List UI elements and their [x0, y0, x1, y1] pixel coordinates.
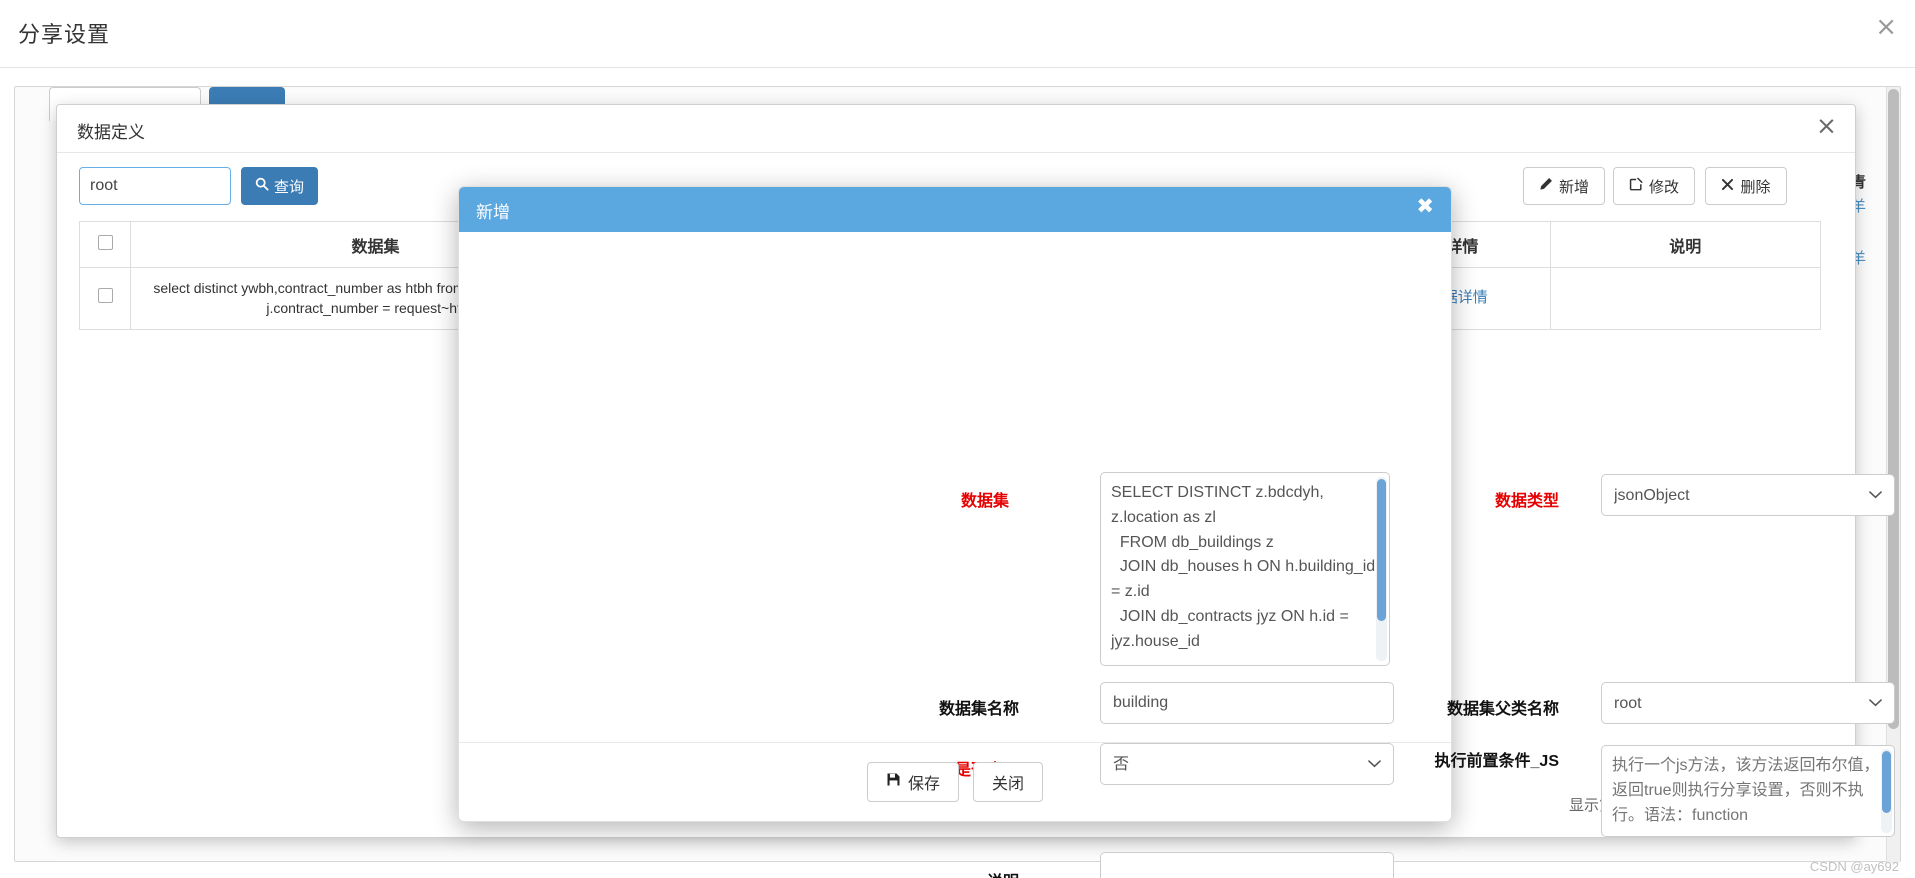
background-scrollbar-thumb[interactable]	[1888, 89, 1899, 729]
page-root: 分享设置 × 羊 羊 青 录 数据定义 ×	[0, 0, 1915, 878]
close-icon[interactable]: ×	[1816, 113, 1837, 138]
data-definition-dialog-header: 数据定义 ×	[57, 105, 1855, 153]
parent-name-field-wrap: root	[1601, 682, 1895, 724]
column-header-description: 说明	[1549, 221, 1822, 268]
close-icon[interactable]: ✖	[1416, 196, 1434, 217]
row-checkbox[interactable]	[97, 288, 113, 304]
dataset-name-input[interactable]	[1100, 682, 1394, 724]
search-input[interactable]	[79, 167, 231, 205]
search-button[interactable]: 查询	[241, 167, 318, 205]
add-modal-body: 数据集 数据类型 jsonObject 数据集名称 数据集	[459, 232, 1895, 878]
search-icon	[255, 177, 269, 195]
watermark: CSDN @ay692	[1809, 859, 1899, 874]
data-type-field-wrap: jsonObject	[1601, 474, 1895, 516]
data-type-select[interactable]: jsonObject	[1601, 474, 1895, 516]
close-modal-button[interactable]: 关闭	[973, 762, 1044, 802]
delete-button-label: 删除	[1740, 178, 1771, 196]
close-x-icon	[1721, 178, 1734, 195]
edit-button[interactable]: 修改	[1613, 167, 1695, 205]
outer-window-header: 分享设置 ×	[0, 0, 1915, 68]
save-floppy-icon	[886, 772, 901, 792]
add-modal-footer: 保存 关闭	[459, 742, 1451, 821]
label-dataset: 数据集	[960, 493, 1009, 510]
close-modal-button-label: 关闭	[992, 776, 1025, 793]
label-dataset-name: 数据集名称	[938, 701, 1019, 718]
select-all-header	[78, 221, 132, 268]
dataset-field-wrap	[1100, 472, 1390, 671]
save-button-label: 保存	[907, 776, 940, 793]
add-button-label: 新增	[1558, 178, 1589, 196]
precondition-js-scrollbar-thumb[interactable]	[1882, 751, 1891, 813]
label-data-type: 数据类型	[1494, 493, 1559, 510]
precondition-js-field-wrap	[1601, 745, 1895, 842]
edit-button-label: 修改	[1648, 178, 1679, 196]
parent-name-select[interactable]: root	[1601, 682, 1895, 724]
save-button[interactable]: 保存	[866, 762, 959, 802]
add-modal-title: 新增	[476, 203, 510, 222]
label-parent-name: 数据集父类名称	[1446, 701, 1559, 718]
dataset-textarea[interactable]	[1100, 472, 1390, 666]
close-icon[interactable]: ×	[1875, 14, 1897, 40]
remark-textarea[interactable]	[1100, 852, 1394, 878]
dataset-scrollbar-thumb[interactable]	[1377, 479, 1386, 621]
data-definition-dialog-title: 数据定义	[77, 123, 145, 142]
pencil-icon	[1539, 177, 1553, 195]
search-button-label: 查询	[273, 178, 304, 196]
cell-description	[1549, 267, 1822, 330]
select-all-checkbox[interactable]	[97, 234, 113, 250]
row-select-cell	[78, 267, 132, 330]
remark-field-wrap	[1100, 852, 1394, 878]
page-title: 分享设置	[18, 22, 111, 47]
add-record-modal: 新增 ✖ 数据集 数据类型 jsonObject	[458, 186, 1895, 878]
edit-square-icon	[1629, 177, 1643, 195]
add-button[interactable]: 新增	[1523, 167, 1605, 205]
precondition-js-textarea[interactable]	[1601, 745, 1895, 837]
add-modal-header: 新增 ✖	[459, 187, 1451, 232]
label-remark: 说明	[959, 868, 1019, 878]
delete-button[interactable]: 删除	[1705, 167, 1787, 205]
